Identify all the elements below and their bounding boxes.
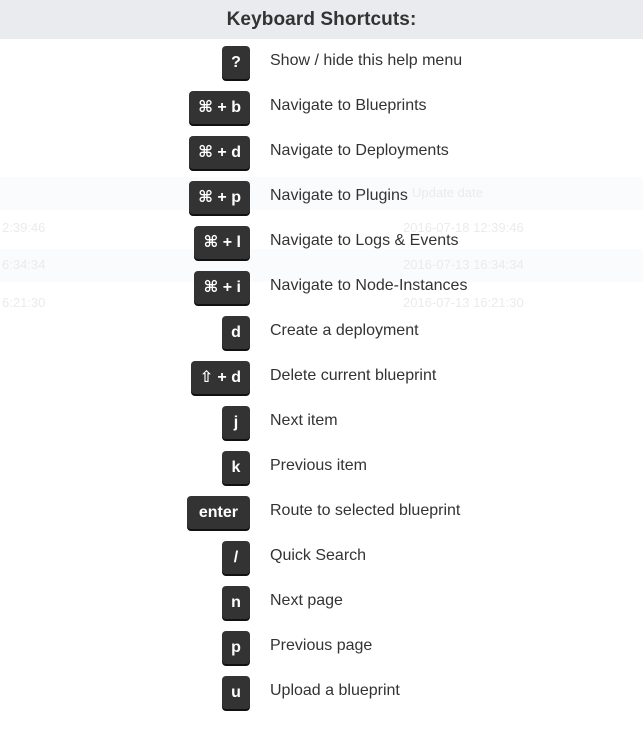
shortcut-row-node-instances: ⌘ + i Navigate to Node-Instances: [0, 265, 643, 310]
key-badge-node-instances: ⌘ + i: [194, 271, 250, 304]
key-badge-create-deployment: d: [222, 316, 250, 349]
shortcuts-title: Keyboard Shortcuts:: [226, 8, 417, 30]
shortcut-description: Navigate to Plugins: [270, 187, 408, 204]
shortcut-description: Previous page: [270, 637, 373, 654]
key-badge-previous-item: k: [222, 451, 250, 484]
shortcut-description: Navigate to Blueprints: [270, 97, 427, 114]
shortcut-row-next-page: n Next page: [0, 580, 643, 625]
key-badge-upload-blueprint: u: [222, 676, 250, 709]
shortcut-row-plugins: ⌘ + p Navigate to Plugins: [0, 175, 643, 220]
shortcut-description: Next page: [270, 592, 343, 609]
key-badge-quick-search: /: [222, 541, 250, 574]
shortcut-description: Create a deployment: [270, 322, 419, 339]
key-badge-next-item: j: [222, 406, 250, 439]
shortcut-description: Next item: [270, 412, 338, 429]
key-badge-logs: ⌘ + l: [194, 226, 250, 259]
shortcut-row-route-blueprint: enter Route to selected blueprint: [0, 490, 643, 535]
shortcut-row-help: ? Show / hide this help menu: [0, 40, 643, 85]
shortcut-row-deployments: ⌘ + d Navigate to Deployments: [0, 130, 643, 175]
shortcut-description: Delete current blueprint: [270, 367, 437, 384]
key-badge-delete-blueprint: ⇧ + d: [190, 361, 250, 394]
shortcut-description: Navigate to Node-Instances: [270, 277, 468, 294]
shortcut-description: Previous item: [270, 457, 367, 474]
key-badge-help: ?: [222, 46, 250, 79]
shortcut-row-quick-search: / Quick Search: [0, 535, 643, 580]
shortcut-row-logs: ⌘ + l Navigate to Logs & Events: [0, 220, 643, 265]
key-badge-enter: enter: [186, 496, 250, 529]
shortcut-row-blueprints: ⌘ + b Navigate to Blueprints: [0, 85, 643, 130]
shortcut-description: Upload a blueprint: [270, 682, 400, 699]
shortcut-row-upload-blueprint: u Upload a blueprint: [0, 670, 643, 715]
shortcut-description: Navigate to Logs & Events: [270, 232, 459, 249]
key-badge-plugins: ⌘ + p: [189, 181, 250, 214]
shortcuts-header: Keyboard Shortcuts:: [0, 0, 643, 39]
shortcut-description: Show / hide this help menu: [270, 52, 463, 69]
key-badge-previous-page: p: [222, 631, 250, 664]
shortcut-row-previous-page: p Previous page: [0, 625, 643, 670]
shortcut-row-next-item: j Next item: [0, 400, 643, 445]
shortcut-row-create-deployment: d Create a deployment: [0, 310, 643, 355]
shortcut-row-delete-blueprint: ⇧ + d Delete current blueprint: [0, 355, 643, 400]
key-badge-next-page: n: [222, 586, 250, 619]
key-badge-deployments: ⌘ + d: [189, 136, 250, 169]
key-badge-blueprints: ⌘ + b: [189, 91, 250, 124]
shortcut-description: Navigate to Deployments: [270, 142, 449, 159]
shortcut-row-previous-item: k Previous item: [0, 445, 643, 490]
shortcut-description: Quick Search: [270, 547, 367, 564]
shortcut-description: Route to selected blueprint: [270, 502, 461, 519]
